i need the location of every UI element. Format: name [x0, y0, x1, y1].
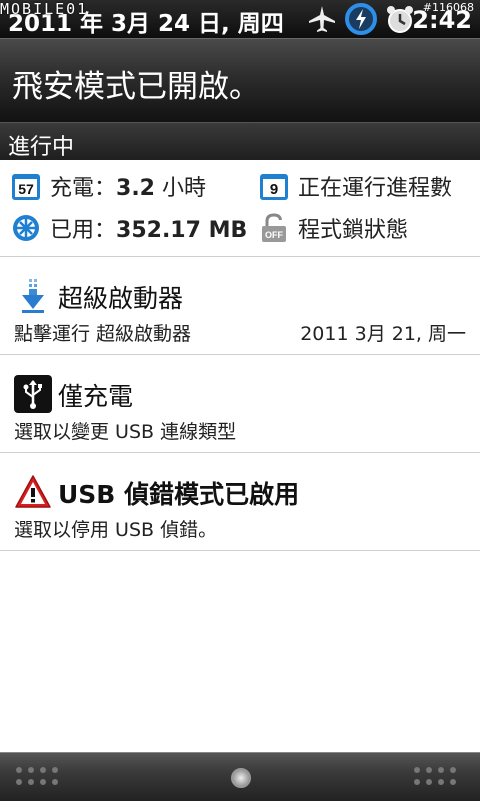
- battery-label: 充電：: [50, 176, 117, 201]
- info-row-2: 已用：352.17 MB OFF 程式鎖狀態: [0, 206, 480, 250]
- watermark: MOBILE01: [0, 0, 89, 18]
- lock-off-icon: OFF: [262, 213, 286, 242]
- notification-time: 2011 3月 21, 周一: [300, 323, 466, 345]
- lock-label: 程式鎖狀態: [298, 218, 409, 243]
- warning-icon: [15, 475, 51, 508]
- grip-dots-right: [414, 767, 462, 785]
- process-calendar-icon: 9: [260, 174, 288, 200]
- process-badge: 9: [270, 181, 278, 198]
- status-time: 2:42: [412, 6, 472, 34]
- info-row-1: 57 充電：3.2 小時 9 正在運行進程數: [0, 164, 480, 208]
- notification-subtitle: 選取以停用 USB 偵錯。: [14, 519, 218, 541]
- download-arrow-icon: [22, 279, 44, 313]
- ongoing-info-panel[interactable]: 57 充電：3.2 小時 9 正在運行進程數 已用：352.17 MB OFF …: [0, 160, 480, 257]
- sync-icon: [345, 3, 377, 35]
- notification-title: 超級啟動器: [58, 284, 184, 313]
- process-label: 正在運行進程數: [298, 176, 453, 201]
- memory-text: 已用：352.17 MB: [50, 212, 247, 244]
- battery-unit: 小時: [155, 176, 206, 201]
- notification-title: 僅充電: [58, 382, 134, 411]
- process-info[interactable]: 9 正在運行進程數: [258, 168, 452, 204]
- header-title: 飛安模式已開啟。: [12, 69, 260, 105]
- memory-label: 已用：: [50, 218, 117, 243]
- drawer-handle-knob[interactable]: [231, 768, 251, 788]
- grip-dots-left: [16, 767, 64, 785]
- battery-value: 3.2: [116, 176, 155, 201]
- notification-charge-only[interactable]: 僅充電 選取以變更 USB 連線類型: [0, 355, 480, 453]
- memory-wheel-icon: [13, 215, 39, 241]
- notification-subtitle: 點擊運行 超級啟動器: [14, 323, 192, 345]
- notification-subtitle: 選取以變更 USB 連線類型: [14, 421, 237, 443]
- memory-value: 352.17 MB: [116, 218, 248, 243]
- alarm-icon: [387, 6, 413, 33]
- section-header: 進行中: [0, 122, 480, 161]
- battery-badge: 57: [18, 181, 34, 197]
- notification-drawer-handle[interactable]: [0, 752, 480, 801]
- battery-info[interactable]: 57 充電：3.2 小時: [10, 168, 206, 204]
- status-bar: 2011 年 3月 24 日, 周四 MOBILE01 #116068 2:42: [0, 0, 480, 38]
- notification-super-launcher[interactable]: 超級啟動器 點擊運行 超級啟動器 2011 3月 21, 周一: [0, 257, 480, 355]
- app-lock-info[interactable]: OFF 程式鎖狀態: [258, 210, 408, 246]
- section-title: 進行中: [8, 135, 75, 160]
- battery-calendar-icon: 57: [12, 174, 40, 200]
- memory-info[interactable]: 已用：352.17 MB: [10, 210, 247, 246]
- notification-title: USB 偵錯模式已啟用: [58, 480, 300, 509]
- battery-text: 充電：3.2 小時: [50, 170, 206, 202]
- notification-header: 飛安模式已開啟。: [0, 38, 480, 123]
- usb-icon: [14, 375, 52, 413]
- lock-badge: OFF: [265, 230, 283, 240]
- notification-usb-debugging[interactable]: USB 偵錯模式已啟用 選取以停用 USB 偵錯。: [0, 453, 480, 551]
- airplane-icon: [309, 6, 335, 32]
